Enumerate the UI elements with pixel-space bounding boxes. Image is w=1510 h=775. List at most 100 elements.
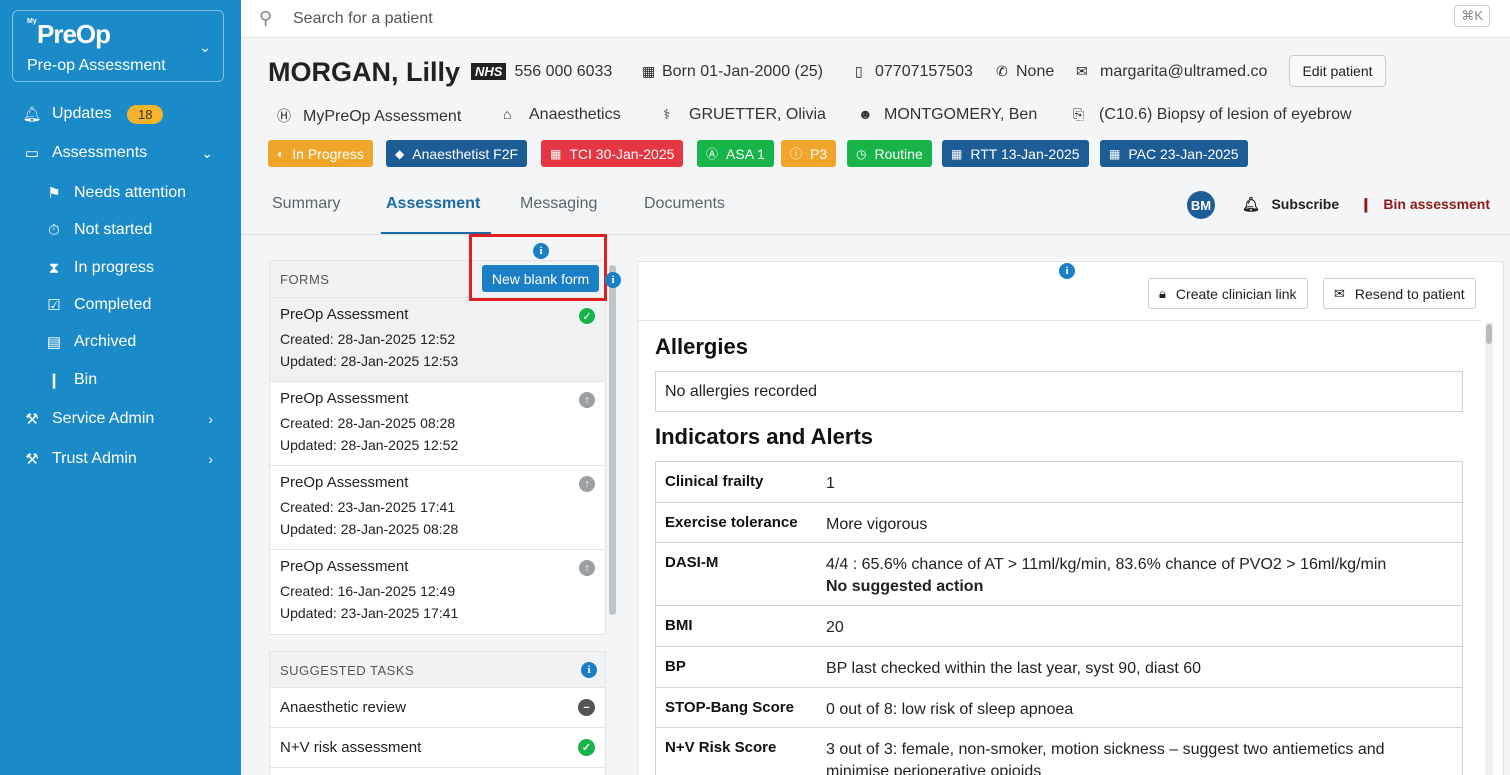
allergies-heading: Allergies — [655, 334, 748, 359]
table-row: BMI 20 — [656, 606, 1462, 647]
chevron-down-icon: ⌄ — [201, 144, 213, 161]
form-updated: Updated: 23-Jan-2025 17:41 — [280, 605, 459, 621]
task-item[interactable]: Anaesthetic review − — [270, 688, 605, 728]
tools-icon: ⚒ — [25, 411, 39, 428]
form-created: Created: 28-Jan-2025 12:52 — [280, 331, 456, 347]
sidebar-item-needs-attention[interactable]: ⚑ Needs attention — [0, 176, 241, 210]
avatar[interactable]: BM — [1187, 191, 1215, 219]
create-link-label: Create clinician link — [1175, 285, 1297, 302]
sidebar-item-updates[interactable]: 🔔︎ Updates 18 — [0, 97, 241, 131]
phone-value: None — [1016, 63, 1055, 80]
indicator-value: 20 — [826, 619, 844, 636]
search-icon: ⚲ — [259, 8, 273, 28]
subscribe-button[interactable]: 🔔︎ Subscribe — [1242, 196, 1339, 213]
sidebar-item-archived[interactable]: ▤ Archived — [0, 325, 241, 359]
dasi-value: 4/4 : 65.6% chance of AT > 11ml/kg/min, … — [826, 556, 1387, 573]
trash-icon: ❙ — [47, 372, 61, 389]
table-row: Clinical frailty 1 — [656, 462, 1462, 503]
procedure-value: (C10.6) Biopsy of lesion of eyebrow — [1099, 106, 1352, 123]
sidebar-item-not-started[interactable]: ⏱︎ Not started — [0, 213, 241, 247]
form-title: PreOp Assessment — [280, 474, 409, 491]
tag-routine: ◷ Routine — [847, 140, 932, 167]
bin-assessment-button[interactable]: ❙ Bin assessment — [1360, 196, 1490, 213]
calendar-icon: ▦ — [951, 146, 963, 161]
sidebar-item-bin[interactable]: ❙ Bin — [0, 363, 241, 397]
alert-icon: ⓘ — [790, 147, 803, 161]
tag-icon: ◆ — [395, 146, 405, 161]
tag-priority: ⓘ P3 — [781, 140, 837, 167]
task-label: N+V risk assessment — [280, 739, 422, 756]
patient-department: ⌂ Anaesthetics — [503, 106, 621, 124]
mobile-value: 07707157503 — [875, 63, 973, 80]
scrollbar-thumb[interactable] — [1486, 324, 1492, 344]
updates-count-badge: 18 — [127, 104, 164, 124]
edit-patient-button[interactable]: Edit patient — [1289, 55, 1386, 87]
assigned-value: MONTGOMERY, Ben — [884, 106, 1038, 123]
chevron-right-icon: › — [208, 451, 213, 467]
tasks-title: SUGGESTED TASKS — [280, 663, 415, 678]
chevron-right-icon: › — [208, 411, 213, 427]
tag-label: In Progress — [292, 145, 364, 162]
task-label: Anaesthetic review — [280, 699, 406, 716]
sidebar-item-label: Completed — [74, 296, 152, 313]
create-clinician-link-button[interactable]: 🔒︎ Create clinician link — [1148, 278, 1308, 309]
tag-pac-date: ▦ PAC 23-Jan-2025 — [1100, 140, 1248, 167]
calendar-icon: ▦ — [642, 63, 656, 79]
form-list-item[interactable]: PreOp Assessment ↑ Created: 16-Jan-2025 … — [270, 550, 605, 634]
tab-messaging[interactable]: Messaging — [520, 195, 597, 213]
sidebar: My PreOp Pre-op Assessment ⌄ 🔔︎ Updates … — [0, 0, 241, 775]
tag-label: Anaesthetist F2F — [412, 145, 519, 162]
dob-value: Born 01-Jan-2000 (25) — [662, 63, 823, 80]
resend-label: Resend to patient — [1354, 285, 1465, 302]
allergies-text: No allergies recorded — [665, 383, 818, 400]
info-icon[interactable]: i — [581, 662, 597, 678]
calendar-icon: ▦ — [550, 146, 562, 161]
patient-service: Ⓗ MyPreOp Assessment — [277, 106, 461, 126]
tools-icon: ⚒ — [25, 451, 39, 468]
sidebar-item-completed[interactable]: ☑ Completed — [0, 288, 241, 322]
arrow-up-circle-icon: ↑ — [579, 560, 595, 576]
flag-icon: ⚑ — [47, 185, 61, 202]
nhs-number-value: 556 000 6033 — [514, 63, 613, 80]
new-blank-form-button[interactable]: New blank form — [482, 265, 599, 292]
chevron-down-icon: ⌄ — [199, 39, 211, 55]
task-item[interactable]: N+V risk assessment ✓ — [270, 728, 605, 768]
sidebar-item-trust-admin[interactable]: ⚒ Trust Admin › — [0, 442, 241, 476]
content-scrollbar[interactable] — [1485, 322, 1493, 775]
laptop-icon: ▭ — [24, 145, 40, 162]
sidebar-item-service-admin[interactable]: ⚒ Service Admin › — [0, 402, 241, 436]
resend-to-patient-button[interactable]: ✉ Resend to patient — [1323, 278, 1476, 309]
lock-icon: 🔒︎ — [1159, 285, 1166, 301]
forms-scrollbar[interactable] — [609, 265, 616, 615]
form-title: PreOp Assessment — [280, 390, 409, 407]
sidebar-item-in-progress[interactable]: ⧗ In progress — [0, 251, 241, 285]
form-list-item[interactable]: PreOp Assessment ✓ Created: 28-Jan-2025 … — [270, 298, 605, 382]
tab-documents[interactable]: Documents — [644, 195, 725, 213]
arrow-up-circle-icon: ↑ — [579, 392, 595, 408]
check-circle-icon: ✓ — [578, 739, 595, 756]
tag-label: P3 — [810, 145, 828, 162]
indicator-key: BMI — [665, 617, 693, 634]
tab-summary[interactable]: Summary — [272, 195, 340, 213]
indicator-value: 4/4 : 65.6% chance of AT > 11ml/kg/min, … — [826, 554, 1446, 598]
form-list-item[interactable]: PreOp Assessment ↑ Created: 28-Jan-2025 … — [270, 382, 605, 466]
patient-search-input[interactable] — [293, 6, 993, 32]
tag-rtt-date: ▦ RTT 13-Jan-2025 — [942, 140, 1089, 167]
info-icon[interactable]: i — [533, 243, 549, 259]
sidebar-item-label: Not started — [74, 221, 153, 238]
info-icon[interactable]: i — [1059, 263, 1075, 279]
stopwatch-icon: ⏱︎ — [48, 221, 60, 239]
sidebar-item-label: Trust Admin — [52, 450, 137, 467]
mobile-icon: ▯ — [855, 63, 863, 79]
allergies-box: No allergies recorded — [655, 371, 1463, 412]
patient-procedure: ⎘ (C10.6) Biopsy of lesion of eyebrow — [1073, 106, 1352, 124]
form-list-item[interactable]: PreOp Assessment ↑ Created: 23-Jan-2025 … — [270, 466, 605, 550]
sidebar-item-label: Service Admin — [52, 410, 155, 427]
tag-tci-date: ▦ TCI 30-Jan-2025 — [541, 140, 684, 167]
service-switcher[interactable]: My PreOp Pre-op Assessment ⌄ — [12, 10, 224, 82]
info-icon[interactable]: i — [605, 272, 621, 288]
sidebar-item-assessments[interactable]: ▭ Assessments ⌄ — [0, 136, 241, 170]
tag-anaesthetist-f2f: ◆ Anaesthetist F2F — [386, 140, 528, 167]
department-value: Anaesthetics — [529, 106, 621, 123]
tab-assessment[interactable]: Assessment — [386, 195, 480, 213]
